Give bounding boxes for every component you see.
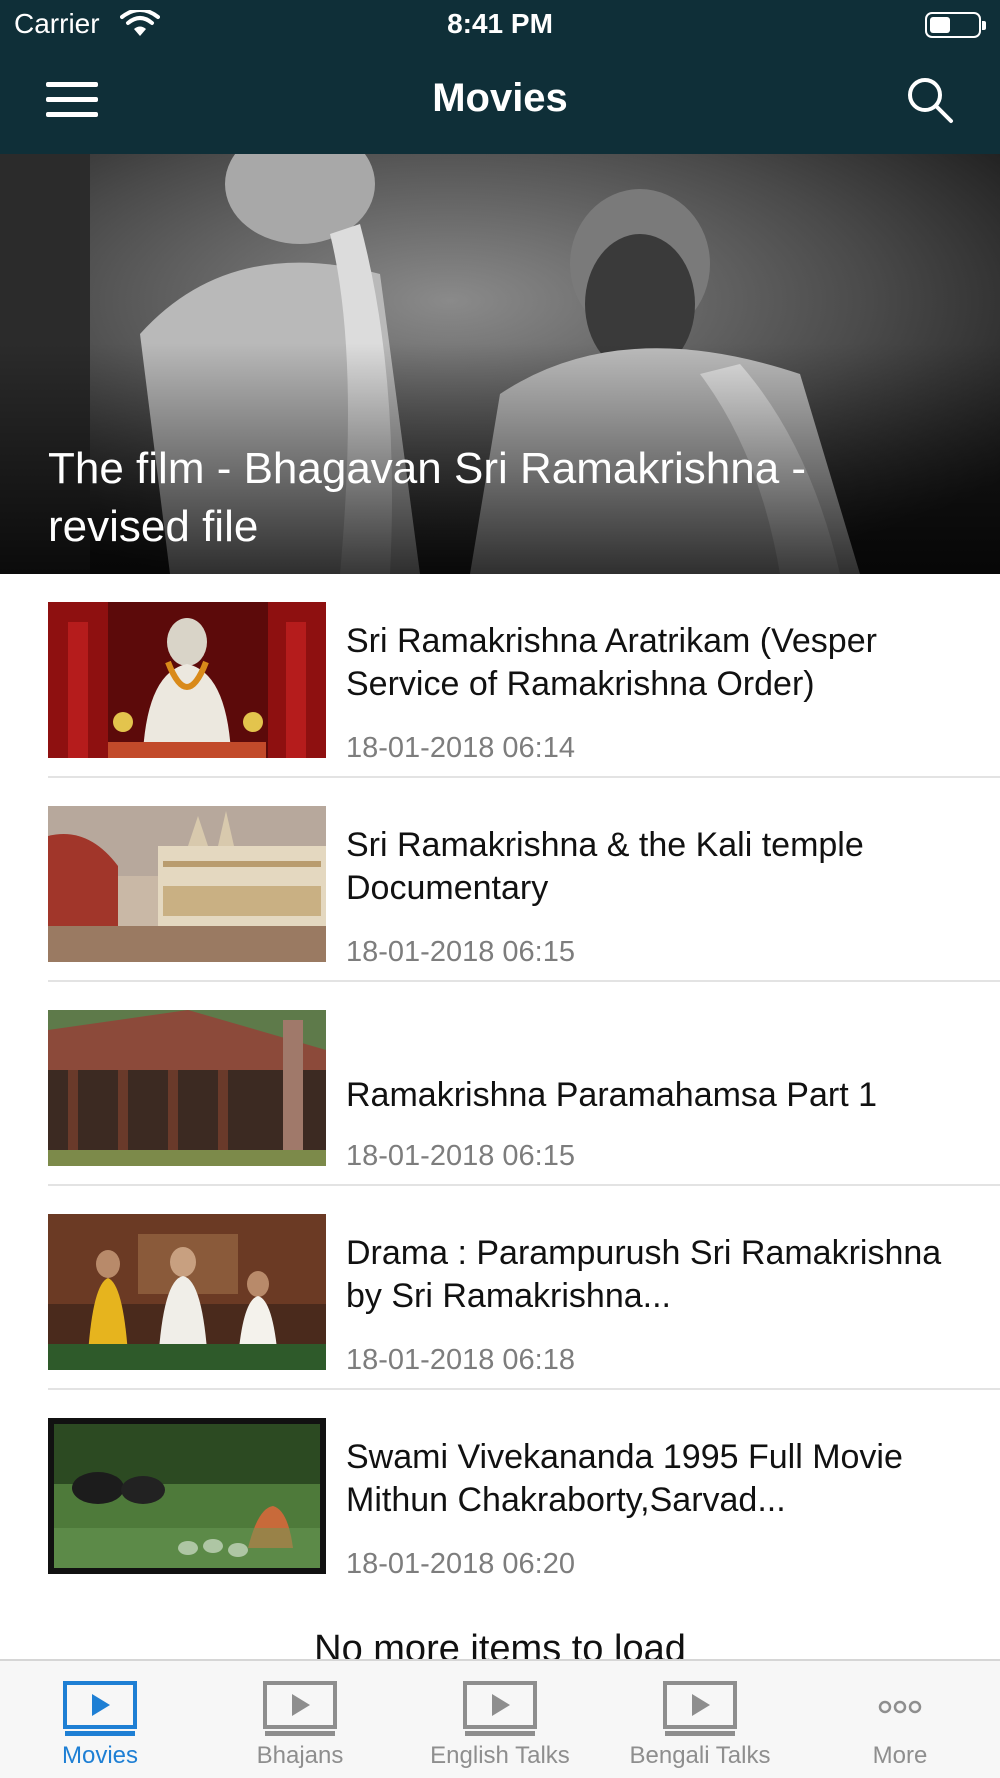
tab-label: Movies [61,1742,139,1769]
tab-more[interactable]: More [800,1661,1000,1778]
tab-bengali-talks[interactable]: Bengali Talks [600,1661,800,1778]
video-date: 18-01-2018 06:14 [346,732,575,764]
tab-bhajans[interactable]: Bhajans [200,1661,400,1778]
video-title: Drama : Parampurush Sri Ramakrishna by S… [346,1234,942,1315]
video-thumbnail [48,806,326,962]
video-title: Swami Vivekananda 1995 Full Movie Mithun… [346,1438,903,1519]
tab-bar: Movies Bhajans English Talks Bengali Tal… [0,1659,1000,1778]
app-header: Carrier 8:41 PM Movies [0,0,1000,154]
tab-label: More [872,1742,928,1769]
video-thumbnail [48,1214,326,1370]
video-list-item[interactable]: Ramakrishna Paramahamsa Part 1 18-01-201… [0,982,1000,1186]
video-list-item[interactable]: Swami Vivekananda 1995 Full Movie Mithun… [0,1390,1000,1594]
video-list: Sri Ramakrishna Aratrikam (Vesper Servic… [0,574,1000,1594]
more-icon [878,1700,922,1714]
play-icon [463,1681,537,1736]
video-title: Ramakrishna Paramahamsa Part 1 [346,1076,878,1114]
search-icon[interactable] [904,74,956,126]
video-date: 18-01-2018 06:15 [346,1140,575,1172]
video-title: Sri Ramakrishna Aratrikam (Vesper Servic… [346,622,877,703]
tab-movies[interactable]: Movies [0,1661,200,1778]
tab-label: Bhajans [256,1742,344,1769]
tab-label: English Talks [430,1742,570,1769]
tab-english-talks[interactable]: English Talks [400,1661,600,1778]
tab-label: Bengali Talks [629,1742,771,1769]
page-title: Movies [432,76,568,120]
hamburger-menu-icon[interactable] [46,80,102,122]
video-list-item[interactable]: Sri Ramakrishna Aratrikam (Vesper Servic… [0,574,1000,778]
video-date: 18-01-2018 06:15 [346,936,575,968]
featured-video-title: The film - Bhagavan Sri Ramakrishna - re… [48,444,807,551]
play-icon [63,1681,137,1736]
video-date: 18-01-2018 06:20 [346,1548,575,1580]
video-thumbnail [48,602,326,758]
video-date: 18-01-2018 06:18 [346,1344,575,1376]
play-icon [663,1681,737,1736]
video-list-item[interactable]: Drama : Parampurush Sri Ramakrishna by S… [0,1186,1000,1390]
navigation-bar: Movies [0,50,1000,154]
status-time: 8:41 PM [447,8,553,39]
status-bar: Carrier 8:41 PM [0,0,1000,50]
play-icon [263,1681,337,1736]
video-title: Sri Ramakrishna & the Kali temple Docume… [346,826,864,907]
video-thumbnail [48,1418,326,1574]
featured-video-banner[interactable]: The film - Bhagavan Sri Ramakrishna - re… [0,154,1000,574]
video-list-item[interactable]: Sri Ramakrishna & the Kali temple Docume… [0,778,1000,982]
video-thumbnail [48,1010,326,1166]
battery-icon [925,12,986,38]
